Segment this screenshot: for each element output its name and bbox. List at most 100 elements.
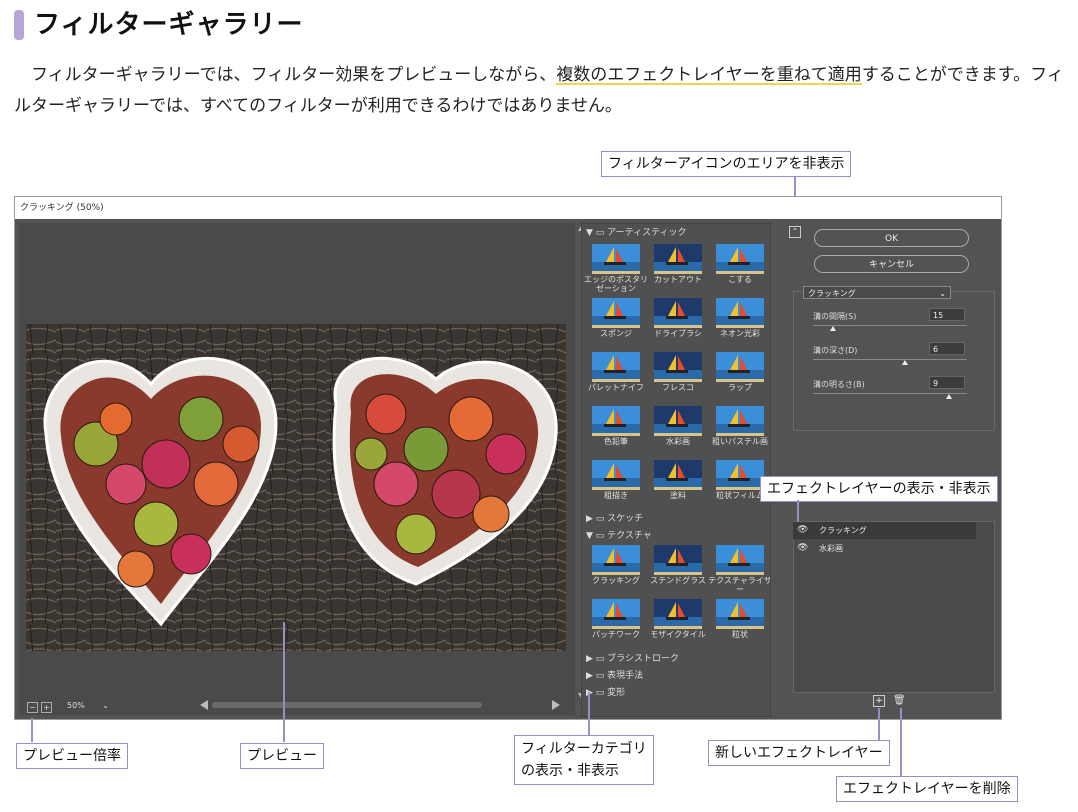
param-slider-knob[interactable] — [830, 326, 837, 331]
filter-label: 粒状 — [732, 630, 748, 639]
scroll-left-icon[interactable] — [200, 700, 208, 710]
settings-panel: OK キャンセル クラッキング ⌄ 溝の間隔(S) 15 溝の深さ(D) 6 溝の明るさ… — [777, 223, 997, 715]
filter-thumbnail-image — [592, 244, 640, 274]
filter-thumbnail-image — [654, 244, 702, 274]
param-slider-knob[interactable] — [945, 394, 952, 399]
filter-select[interactable]: クラッキング ⌄ — [803, 286, 951, 299]
filter-label: 粗描き — [604, 491, 628, 500]
filter-label: 水彩画 — [666, 437, 690, 446]
category-stylize[interactable]: ▶ ▭ 表現手法 — [586, 669, 643, 683]
zoom-select[interactable]: 50% ⌄ — [59, 700, 109, 712]
filter-label: ラップ — [728, 383, 752, 392]
filter-thumb-texture-2[interactable]: ステンドグラス — [650, 545, 706, 591]
filter-thumbnail-image — [716, 460, 764, 490]
trash-icon[interactable]: 🗑 — [893, 695, 906, 706]
filter-thumbnail-image — [654, 298, 702, 328]
filter-label: パッチワーク — [592, 630, 640, 639]
filter-gallery-dialog: クラッキング (50%) − + 50% ⌄ ▼ ▭ アーティスティック エッジ… — [14, 196, 1002, 720]
filter-thumbnail-image — [654, 599, 702, 629]
preview-area[interactable]: − + 50% ⌄ — [19, 223, 575, 715]
ok-button[interactable]: OK — [814, 229, 969, 247]
param-slider-track[interactable] — [813, 393, 967, 394]
filter-thumb-artistic-15[interactable]: 粒状フィルム — [714, 460, 766, 506]
callout-leader — [878, 708, 880, 740]
filter-thumbnail-image — [654, 545, 702, 575]
filter-label: テクスチャライザー — [708, 576, 771, 594]
filter-thumbnail-image — [716, 352, 764, 382]
scroll-right-icon[interactable] — [552, 700, 560, 710]
callout-hide-icon-area: フィルターアイコンのエリアを非表示 — [601, 151, 852, 177]
category-brush-strokes[interactable]: ▶ ▭ ブラシストローク — [586, 652, 679, 666]
category-texture[interactable]: ▼ ▭ テクスチャ — [586, 529, 652, 543]
filter-thumb-artistic-8[interactable]: フレスコ — [652, 352, 704, 398]
effect-layer-row[interactable]: 👁 水彩画 — [793, 540, 976, 557]
preview-image — [26, 324, 566, 651]
filter-thumb-artistic-12[interactable]: 粗いパステル画 — [712, 406, 768, 452]
category-sketch[interactable]: ▶ ▭ スケッチ — [586, 512, 643, 526]
cancel-button[interactable]: キャンセル — [814, 255, 969, 273]
filter-thumb-artistic-1[interactable]: エッジのポスタリゼーション — [584, 244, 648, 293]
chevron-down-icon: ⌄ — [102, 701, 109, 710]
category-artistic[interactable]: ▼ ▭ アーティスティック — [586, 226, 687, 240]
filter-thumb-artistic-14[interactable]: 塗料 — [652, 460, 704, 506]
callout-leader — [283, 622, 285, 742]
filter-thumbnail-image — [654, 406, 702, 436]
filter-thumbnail-image — [592, 599, 640, 629]
callout-leader — [31, 718, 33, 742]
param-label: 溝の深さ(D) — [813, 346, 858, 355]
scrollbar-thumb[interactable] — [212, 702, 482, 708]
new-layer-icon[interactable]: + — [873, 695, 885, 707]
filter-thumbnail-image — [592, 545, 640, 575]
filter-label: ネオン光彩 — [720, 329, 760, 338]
filter-thumb-texture-1[interactable]: クラッキング — [590, 545, 642, 591]
callout-leader — [588, 692, 590, 735]
filter-thumb-artistic-3[interactable]: こする — [714, 244, 766, 290]
callout-leader — [900, 708, 902, 776]
filter-thumbnail-image — [654, 460, 702, 490]
filter-thumb-artistic-6[interactable]: ネオン光彩 — [714, 298, 766, 344]
param-slider-knob[interactable] — [902, 360, 909, 365]
filter-thumb-texture-6[interactable]: 粒状 — [714, 599, 766, 645]
filter-thumb-artistic-4[interactable]: スポンジ — [590, 298, 642, 344]
eye-icon[interactable]: 👁 — [797, 540, 808, 557]
filter-thumb-texture-5[interactable]: モザイクタイル — [650, 599, 706, 645]
param-slider-track[interactable] — [813, 359, 967, 360]
zoom-in-button[interactable]: + — [41, 702, 52, 713]
layer-name: 水彩画 — [819, 544, 843, 553]
filter-thumb-artistic-11[interactable]: 水彩画 — [652, 406, 704, 452]
filter-label: 粗いパステル画 — [712, 437, 768, 446]
param-slider-track[interactable] — [813, 325, 967, 326]
preview-horizontal-scrollbar[interactable] — [200, 699, 562, 711]
heading-marker — [14, 10, 24, 40]
filter-thumb-texture-3[interactable]: テクスチャライザー — [708, 545, 770, 594]
filter-thumb-artistic-13[interactable]: 粗描き — [590, 460, 642, 506]
effect-layer-row[interactable]: 👁 クラッキング — [793, 522, 976, 539]
filter-thumbnail-image — [716, 244, 764, 274]
callout-category-toggle: フィルターカテゴリ の表示・非表示 — [514, 735, 654, 785]
eye-icon[interactable]: 👁 — [797, 522, 808, 539]
param-value-field[interactable]: 15 — [929, 308, 965, 321]
filter-thumbnail-image — [592, 406, 640, 436]
filter-label: パレットナイフ — [588, 383, 644, 392]
filter-thumbnail-image — [716, 298, 764, 328]
dialog-titlebar: クラッキング (50%) — [15, 197, 1001, 219]
filter-thumb-artistic-2[interactable]: カットアウト — [652, 244, 704, 290]
filter-label: スポンジ — [600, 329, 632, 338]
zoom-out-button[interactable]: − — [27, 702, 38, 713]
filter-label: クラッキング — [592, 576, 640, 585]
filter-thumb-texture-4[interactable]: パッチワーク — [590, 599, 642, 645]
filter-thumb-artistic-10[interactable]: 色鉛筆 — [590, 406, 642, 452]
param-value-field[interactable]: 6 — [929, 342, 965, 355]
intro-paragraph: フィルターギャラリーでは、フィルター効果をプレビューしながら、複数のエフェクトレ… — [14, 60, 1064, 122]
callout-new-layer: 新しいエフェクトレイヤー — [708, 740, 890, 766]
filter-thumb-artistic-7[interactable]: パレットナイフ — [588, 352, 644, 398]
filter-label: カットアウト — [654, 275, 702, 284]
filter-thumbnail-image — [592, 352, 640, 382]
param-value-field[interactable]: 9 — [929, 376, 965, 389]
filter-thumb-artistic-5[interactable]: ドライブラシ — [652, 298, 704, 344]
paragraph-text-1: フィルターギャラリーでは、フィルター効果をプレビューしながら、 — [31, 65, 557, 85]
callout-leader — [797, 500, 799, 522]
category-distort[interactable]: ▶ ▭ 変形 — [586, 686, 625, 700]
chevron-down-icon: ⌄ — [939, 289, 946, 298]
filter-thumb-artistic-9[interactable]: ラップ — [714, 352, 766, 398]
